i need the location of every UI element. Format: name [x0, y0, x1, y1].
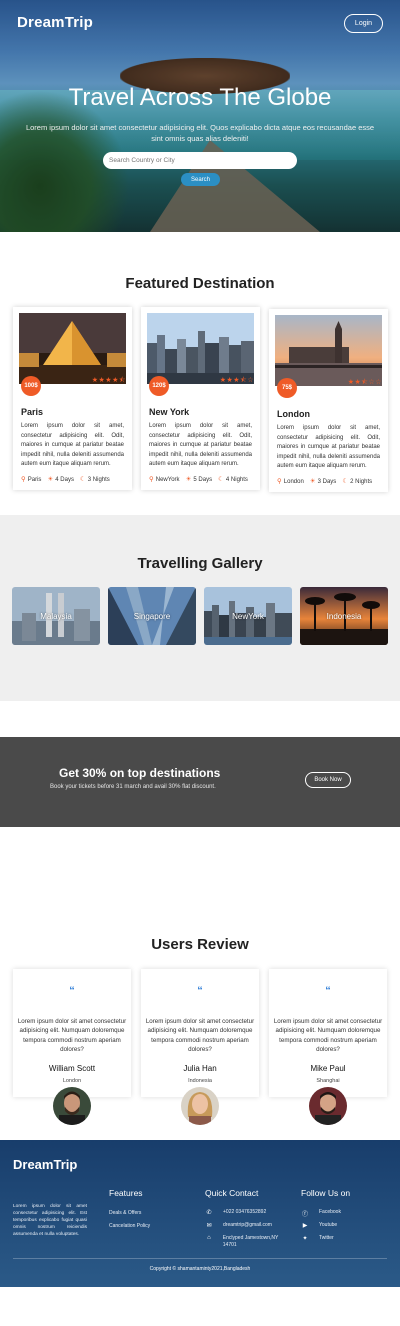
new-york-photo	[147, 313, 254, 384]
follow-heading: Follow Us on	[301, 1188, 351, 1198]
facebook-icon: ⓕ	[301, 1212, 308, 1218]
location-pin-icon: ⚲	[21, 476, 26, 483]
card-meta: ⚲ London ☀ 3 Days ☾ 2 Nights	[277, 478, 373, 485]
star-icon: ★★★	[219, 377, 241, 384]
gallery-tile-malaysia[interactable]: Malaysia	[12, 587, 100, 645]
footer-about: Lorem ipsum dolor sit amet consectetur a…	[13, 1204, 87, 1237]
location-pin-icon: ⚲	[149, 476, 154, 483]
card-description: Lorem ipsum dolor sit amet, consectetur …	[21, 423, 124, 467]
moon-icon: ☾	[342, 478, 349, 485]
youtube-icon: ▶	[302, 1223, 308, 1229]
price-badge: 100$	[21, 376, 41, 396]
gallery-label: Malaysia	[40, 611, 72, 621]
search-button[interactable]: Search	[181, 173, 220, 186]
gallery-label: NewYork	[232, 611, 264, 621]
home-icon: ⌂	[207, 1235, 211, 1241]
review-card: “ Lorem ipsum dolor sit amet consectetur…	[141, 969, 259, 1097]
footer-divider	[13, 1258, 387, 1259]
login-button[interactable]: Login	[344, 14, 383, 33]
gallery-tile-newyork[interactable]: NewYork	[204, 587, 292, 645]
hero-section: DreamTrip Login Travel Across The Globe …	[0, 0, 400, 232]
features-heading: Features	[109, 1188, 143, 1198]
social-youtube[interactable]: ▶ Youtube	[301, 1222, 337, 1229]
gallery-tile-singapore[interactable]: Singapore	[108, 587, 196, 645]
card-city: London	[277, 409, 310, 419]
card-city: New York	[149, 407, 190, 417]
sun-icon: ☀	[47, 476, 54, 483]
destination-card-paris[interactable]: 100$ ★★★★⯪ Paris Lorem ipsum dolor sit a…	[13, 307, 132, 490]
footer-link-deals[interactable]: Deals & Offers	[109, 1210, 141, 1216]
half-star-icon: ⯪	[118, 377, 126, 384]
quote-icon: “	[325, 985, 331, 997]
reviewer-name: Julia Han	[183, 1064, 217, 1073]
quote-icon: “	[197, 985, 203, 997]
price-badge: 120$	[149, 376, 169, 396]
star-icon: ★★	[347, 379, 362, 386]
card-description: Lorem ipsum dolor sit amet, consectetur …	[149, 423, 252, 467]
review-text: Lorem ipsum dolor sit amet consectetur a…	[17, 1018, 127, 1054]
card-city: Paris	[21, 407, 44, 417]
footer-link-cancelation[interactable]: Cancelation Policy	[109, 1223, 150, 1229]
rating-stars: ★★★★⯪	[92, 376, 126, 387]
destination-card-new-york[interactable]: 120$ ★★★⯪☆ New York Lorem ipsum dolor si…	[141, 307, 260, 490]
reviewer-location: Shanghai	[316, 1078, 340, 1084]
sun-icon: ☀	[185, 476, 192, 483]
quote-icon: “	[69, 985, 75, 997]
card-description: Lorem ipsum dolor sit amet, consectetur …	[277, 425, 380, 469]
paris-photo	[19, 313, 126, 384]
price-badge: 75$	[277, 378, 297, 398]
contact-address: ⌂ Enclyped Jamestown,NY 14701	[205, 1235, 285, 1249]
promo-title: Get 30% on top destinations	[59, 766, 221, 780]
review-card: “ Lorem ipsum dolor sit amet consectetur…	[13, 969, 131, 1097]
empty-star-icon: ☆	[247, 377, 254, 384]
gallery-tile-indonesia[interactable]: Indonesia	[300, 587, 388, 645]
promo-subtitle: Book your tickets before 31 march and av…	[50, 784, 216, 790]
reviews-title: Users Review	[151, 936, 249, 953]
sun-icon: ☀	[309, 478, 316, 485]
review-text: Lorem ipsum dolor sit amet consectetur a…	[273, 1018, 383, 1054]
star-icon: ★★★★	[91, 377, 119, 384]
reviewer-name: Mike Paul	[310, 1064, 346, 1073]
social-twitter[interactable]: ✦ Twitter	[301, 1235, 333, 1242]
hero-subtitle: Lorem ipsum dolor sit amet consectetur a…	[25, 123, 375, 143]
review-card: “ Lorem ipsum dolor sit amet consectetur…	[269, 969, 387, 1097]
contact-email[interactable]: ✉ dreamtrip@gmail.com	[205, 1222, 272, 1229]
reviewer-location: London	[62, 1078, 82, 1084]
gallery-label: Indonesia	[326, 611, 362, 621]
mail-icon: ✉	[206, 1223, 212, 1229]
gallery-label: Singapore	[133, 611, 171, 621]
copyright: Copyright © shamantaminty2021,Bangladesh	[149, 1266, 251, 1272]
review-text: Lorem ipsum dolor sit amet consectetur a…	[145, 1018, 255, 1054]
reviewer-name: William Scott	[48, 1064, 96, 1073]
destination-card-london[interactable]: 75$ ★★⯪☆☆ London Lorem ipsum dolor sit a…	[269, 309, 388, 492]
moon-icon: ☾	[79, 476, 86, 483]
featured-title: Featured Destination	[125, 275, 275, 292]
hero-title: Travel Across The Globe	[68, 84, 332, 111]
footer: DreamTrip Lorem ipsum dolor sit amet con…	[0, 1140, 400, 1287]
london-photo	[275, 315, 382, 386]
moon-icon: ☾	[218, 476, 224, 483]
rating-stars: ★★★⯪☆	[220, 376, 254, 387]
avatar	[181, 1087, 219, 1125]
avatar	[309, 1087, 347, 1125]
social-facebook[interactable]: ⓕ Facebook	[301, 1209, 341, 1218]
empty-star-icon: ☆☆	[368, 379, 382, 386]
brand-logo[interactable]: DreamTrip	[17, 14, 93, 31]
footer-brand[interactable]: DreamTrip	[13, 1157, 77, 1172]
contact-phone: ✆ +022 03476352892	[206, 1209, 267, 1216]
avatar	[53, 1087, 91, 1125]
reviewer-location: Indonesia	[188, 1078, 212, 1084]
rating-stars: ★★⯪☆☆	[348, 378, 382, 389]
contact-heading: Quick Contact	[205, 1188, 259, 1198]
phone-icon: ✆	[206, 1210, 212, 1216]
book-now-button[interactable]: Book Now	[305, 772, 351, 788]
card-meta: ⚲ NewYork ☀ 5 Days ☾ 4 Nights	[149, 476, 248, 483]
card-meta: ⚲ Paris ☀ 4 Days ☾ 3 Nights	[21, 476, 110, 483]
promo-banner: Get 30% on top destinations Book your ti…	[0, 737, 400, 827]
location-pin-icon: ⚲	[277, 478, 282, 485]
twitter-icon: ✦	[302, 1236, 308, 1242]
gallery-title: Travelling Gallery	[137, 555, 263, 572]
search-input[interactable]	[103, 152, 297, 169]
